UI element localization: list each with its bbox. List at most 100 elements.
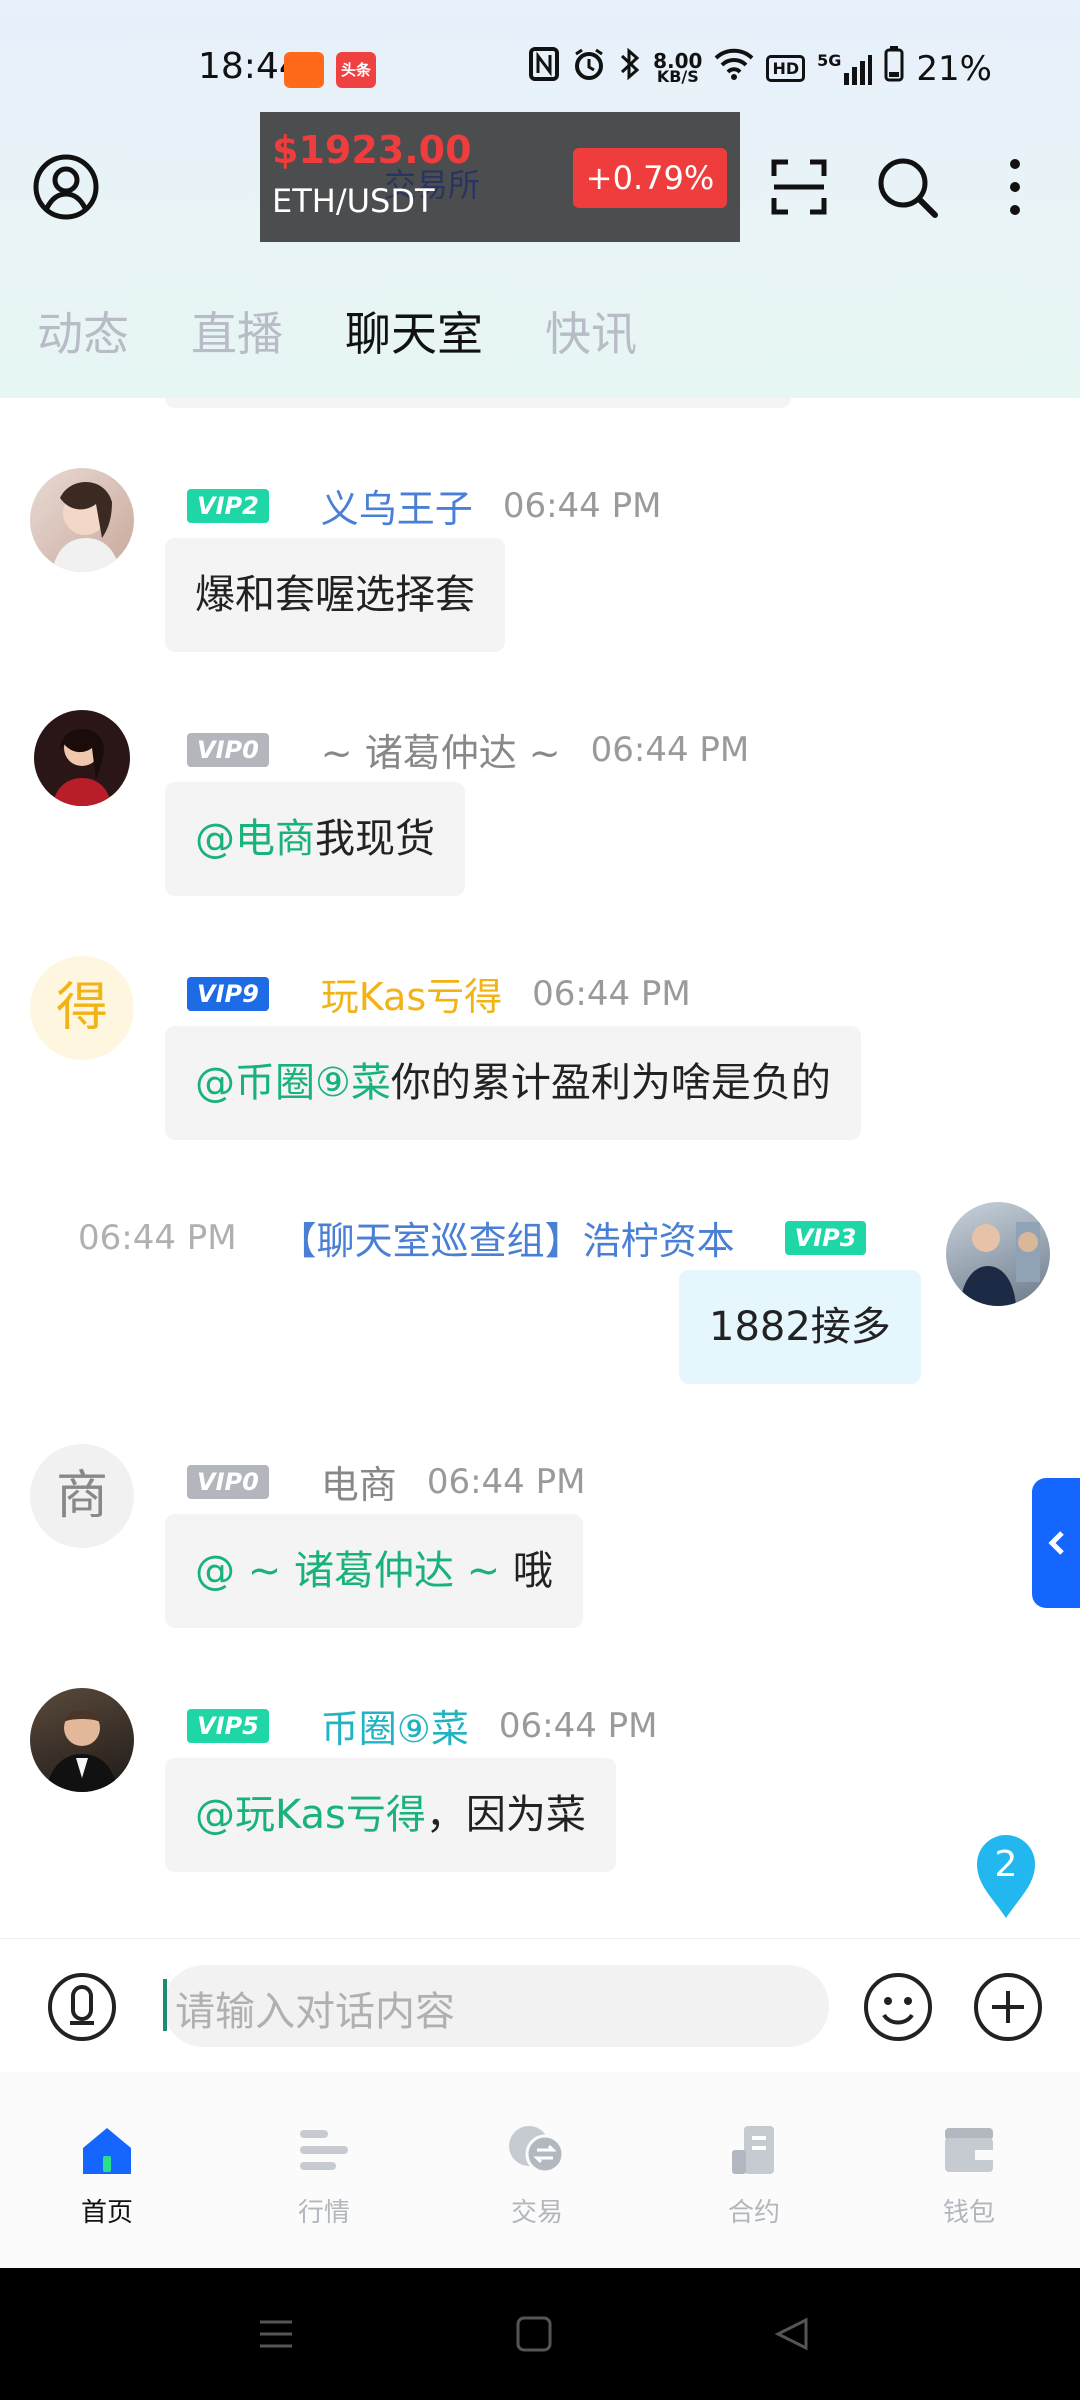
previous-message-bubble	[165, 398, 791, 408]
message-bubble[interactable]: 爆和套喔选择套	[165, 538, 505, 652]
avatar[interactable]	[30, 468, 134, 572]
message-bubble[interactable]: @ ~ 诸葛仲达 ~ 哦	[165, 1514, 583, 1628]
message-bubble[interactable]: 1882接多	[679, 1270, 921, 1384]
market-icon	[300, 2130, 348, 2170]
ticker-price: $1923.00	[272, 128, 472, 172]
vip-badge: VIP3	[784, 1220, 867, 1255]
sender-name[interactable]: 电商	[321, 1454, 397, 1509]
toutiao-app-icon: 头条	[336, 52, 376, 88]
nav-label: 交易	[510, 2198, 563, 2228]
avatar[interactable]: 商	[30, 1444, 134, 1548]
message-bubble[interactable]: @币圈⑨菜你的累计盈利为啥是负的	[165, 1026, 861, 1140]
tab-flash-news[interactable]: 快讯	[545, 298, 637, 364]
wifi-icon	[714, 48, 754, 89]
ticker-change-badge: +0.79%	[573, 148, 727, 208]
message-text: 1882接多	[709, 1304, 891, 1350]
message-text: ，因为菜	[425, 1792, 586, 1838]
nav-label: 首页	[80, 2198, 133, 2228]
content-tabs: 动态 直播 聊天室 快讯	[37, 298, 699, 364]
home-icon	[83, 2128, 131, 2174]
message-time: 06:44 PM	[78, 1217, 237, 1258]
add-attachment-icon[interactable]	[972, 1971, 1042, 2041]
input-placeholder: 请输入对话内容	[175, 1989, 455, 2035]
tab-live[interactable]: 直播	[191, 298, 283, 364]
unread-count: 2	[994, 1844, 1018, 1885]
price-ticker-popup[interactable]: 交易所 $1923.00 ETH/USDT +0.79%	[260, 112, 740, 242]
tab-chatroom[interactable]: 聊天室	[345, 298, 483, 364]
message-time: 06:44 PM	[498, 1705, 658, 1746]
net-speed-unit: KB/S	[656, 66, 699, 86]
nfc-icon	[529, 47, 560, 90]
message-input[interactable]: 请输入对话内容	[163, 1965, 829, 2047]
bluetooth-icon	[619, 46, 641, 91]
sender-name[interactable]: 玩Kas亏得	[321, 966, 502, 1021]
unread-count-badge[interactable]: 2	[975, 1832, 1037, 1920]
scan-icon[interactable]	[764, 152, 834, 222]
bottom-navigation: 首页 行情 交易 合约 钱包	[0, 2072, 1080, 2268]
vip-badge: VIP0	[187, 1464, 269, 1499]
nav-home[interactable]: 首页	[47, 2122, 167, 2229]
message-text: 爆和套喔选择套	[195, 572, 475, 618]
chevron-left-icon	[1048, 1531, 1064, 1555]
more-menu-icon[interactable]	[980, 152, 1050, 222]
menu-icon[interactable]	[256, 2314, 296, 2354]
vip-badge: VIP2	[187, 488, 269, 523]
alarm-icon	[571, 46, 607, 91]
message-text: 哦	[500, 1548, 553, 1594]
sender-name[interactable]: 义乌王子	[321, 478, 473, 533]
avatar[interactable]	[946, 1202, 1050, 1306]
home-square-icon[interactable]	[514, 2314, 554, 2354]
back-icon[interactable]	[772, 2314, 812, 2354]
message-time: 06:44 PM	[590, 729, 750, 770]
sender-name[interactable]: 【聊天室巡查组】浩柠资本	[279, 1210, 735, 1265]
message-time: 06:44 PM	[502, 485, 662, 526]
mention-link[interactable]: @电商	[195, 816, 315, 862]
nav-contract[interactable]: 合约	[694, 2122, 814, 2229]
battery-icon	[884, 46, 904, 91]
status-bar: 18:44 头条 8.00 KB/S HD 5G 21%	[0, 40, 1080, 100]
vip-badge: VIP5	[187, 1708, 269, 1743]
avatar[interactable]: 得	[30, 956, 134, 1060]
message-input-bar: 请输入对话内容	[0, 1938, 1080, 2073]
side-drawer-toggle[interactable]	[1032, 1478, 1080, 1608]
nav-market[interactable]: 行情	[264, 2122, 384, 2229]
nav-label: 合约	[727, 2198, 780, 2228]
nav-label: 钱包	[942, 2198, 995, 2228]
system-nav-bar	[0, 2268, 1080, 2400]
trade-icon	[509, 2126, 565, 2174]
message-time: 06:44 PM	[426, 1461, 586, 1502]
message-time: 06:44 PM	[532, 973, 691, 1014]
profile-icon[interactable]	[31, 152, 101, 222]
wallet-icon	[945, 2128, 993, 2172]
search-icon[interactable]	[872, 152, 942, 222]
message-bubble[interactable]: @玩Kas亏得，因为菜	[165, 1758, 616, 1872]
mention-link[interactable]: @ ~ 诸葛仲达 ~	[195, 1548, 500, 1594]
chat-list[interactable]: VIP2 义乌王子 06:44 PM 爆和套喔选择套 VIP0 ~ 诸葛仲达 ~…	[0, 398, 1080, 1938]
ticker-pair: ETH/USDT	[272, 182, 435, 220]
network-speed: 8.00 KB/S	[653, 51, 702, 86]
mention-link[interactable]: @玩Kas亏得	[195, 1792, 426, 1838]
avatar[interactable]	[34, 710, 130, 806]
battery-level: 21%	[916, 48, 992, 89]
message-bubble[interactable]: @电商我现货	[165, 782, 465, 896]
kuaishou-app-icon	[284, 52, 324, 88]
mention-link[interactable]: @币圈⑨菜	[195, 1060, 391, 1106]
signal-icon: 5G	[817, 50, 873, 85]
avatar[interactable]	[30, 1688, 134, 1792]
text-caret	[163, 1979, 167, 2031]
voice-input-icon[interactable]	[46, 1971, 116, 2041]
net-type: 5G	[817, 50, 842, 70]
nav-wallet[interactable]: 钱包	[909, 2122, 1029, 2229]
emoji-icon[interactable]	[862, 1971, 932, 2041]
tab-dynamics[interactable]: 动态	[37, 298, 129, 364]
sender-name[interactable]: 币圈⑨菜	[321, 1698, 469, 1753]
message-text: 我现货	[315, 816, 435, 862]
nav-label: 行情	[297, 2198, 350, 2228]
vip-badge: VIP9	[187, 976, 269, 1011]
nav-trade[interactable]: 交易	[477, 2122, 597, 2229]
vip-badge: VIP0	[187, 732, 269, 767]
sender-name[interactable]: ~ 诸葛仲达 ~	[321, 722, 561, 777]
tab-chatroom-label: 聊天室	[345, 307, 483, 361]
message-text: 你的累计盈利为啥是负的	[390, 1060, 831, 1106]
contract-icon	[732, 2126, 774, 2174]
